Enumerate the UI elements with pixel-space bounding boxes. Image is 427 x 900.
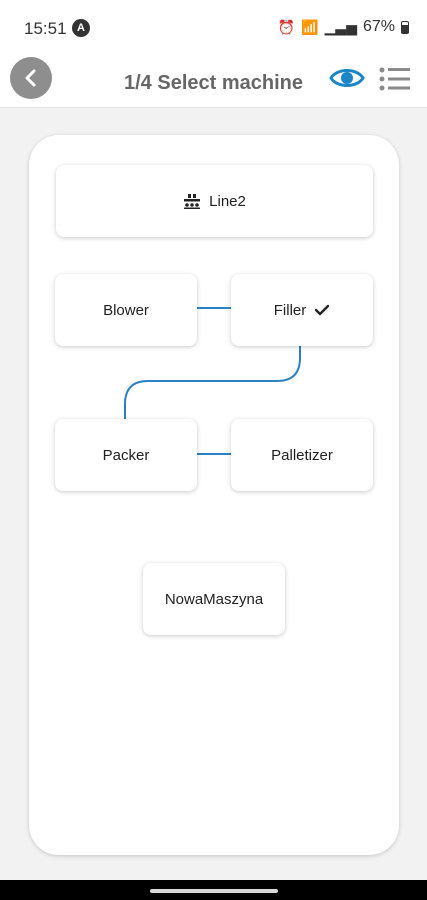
machine-label: Filler [273,301,307,319]
machine-node-filler[interactable]: Filler [231,274,373,346]
machine-label: Packer [102,446,150,464]
battery-percent: 67% [362,18,395,35]
eye-icon[interactable] [329,64,365,92]
machine-node-palletizer[interactable]: Palletizer [231,419,373,491]
machine-node-blower[interactable]: Blower [55,274,197,346]
status-bar: 15:51 A ⏰ 📶 ▁▃▅ 67% [0,0,427,56]
machine-node-nowamaszyna[interactable]: NowaMaszyna [143,563,285,635]
conveyor-line-icon [183,193,201,209]
machine-label: NowaMaszyna [164,590,264,608]
list-view-icon[interactable] [378,66,412,92]
app-notification-icon: A [72,19,90,37]
system-nav-bar [0,880,427,900]
status-time: 15:51 [24,19,67,38]
machine-node-packer[interactable]: Packer [55,419,197,491]
home-gesture-handle[interactable] [150,889,278,893]
line-label: Line2 [209,192,246,210]
wifi-call-icon: 📶 [301,19,319,35]
line-selector[interactable]: Line2 [56,165,373,237]
check-icon [314,303,330,317]
machine-layout-card [29,135,399,855]
machine-label: Palletizer [271,446,333,464]
status-icons: ⏰ 📶 ▁▃▅ 67% [278,18,409,36]
battery-icon [401,20,409,34]
signal-icon: ▁▃▅ [324,19,357,35]
machine-label: Blower [103,301,149,319]
alarm-icon: ⏰ [277,19,296,35]
app-bar: 1/4 Select machine [0,56,427,108]
